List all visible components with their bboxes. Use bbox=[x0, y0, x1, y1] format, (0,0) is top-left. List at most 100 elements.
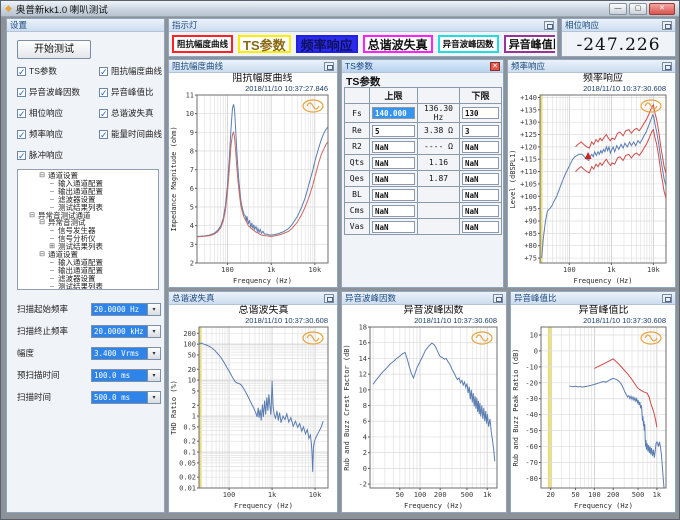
ts-lower-limit-input[interactable]: NaN bbox=[462, 221, 499, 233]
svg-text:-30: -30 bbox=[525, 395, 538, 403]
window-titlebar: ◆ 奥普新kk1.0 喇叭测试 — ▢ ✕ bbox=[1, 1, 679, 17]
thd-chart: 2001005020105210.50.20.10.050.020.011001… bbox=[169, 305, 336, 510]
field-value-input[interactable]: 20.0000 Hz bbox=[91, 303, 147, 316]
ts-upper-limit-input[interactable]: NaN bbox=[372, 157, 415, 169]
checkbox-item-5[interactable]: ✓总谐波失真 bbox=[99, 107, 162, 119]
svg-text:-40: -40 bbox=[525, 411, 538, 419]
ts-param-name: Fs bbox=[345, 104, 370, 123]
svg-text:0.02: 0.02 bbox=[179, 474, 196, 482]
checkbox-item-2[interactable]: ✓异音波峰因数 bbox=[17, 86, 97, 98]
svg-text:10: 10 bbox=[188, 377, 196, 385]
svg-text:Frequency (Hz): Frequency (Hz) bbox=[573, 277, 632, 285]
checkbox-label: 脉冲响应 bbox=[29, 149, 63, 161]
ts-upper-limit-input[interactable]: 5 bbox=[372, 125, 415, 137]
checkbox-label: 总谐波失真 bbox=[111, 107, 154, 119]
checkbox-item-7[interactable]: ✓能量时间曲线 bbox=[99, 128, 162, 140]
svg-text:总谐波失真: 总谐波失真 bbox=[239, 305, 289, 316]
phase-caption-label: 相位响应 bbox=[565, 19, 599, 31]
ts-param-name: Re bbox=[345, 123, 370, 139]
chevron-down-icon[interactable]: ▾ bbox=[147, 325, 161, 338]
svg-text:16: 16 bbox=[359, 339, 367, 347]
svg-text:Impedance Magnitude (ohm): Impedance Magnitude (ohm) bbox=[170, 126, 178, 231]
maximize-icon[interactable]: ▢ bbox=[629, 3, 647, 15]
restore-icon[interactable] bbox=[662, 62, 672, 71]
restore-icon[interactable] bbox=[493, 294, 503, 303]
ts-lower-limit-input[interactable]: NaN bbox=[462, 189, 499, 201]
tree-item-5[interactable]: ⊟异常音测试通道 bbox=[18, 212, 158, 220]
ts-row-Re: Re53.38 Ω3 bbox=[345, 123, 502, 139]
collapse-icon[interactable]: ⊟ bbox=[28, 212, 36, 220]
restore-icon[interactable] bbox=[662, 294, 672, 303]
checkbox-item-1[interactable]: ✓阻抗幅度曲线 bbox=[99, 65, 162, 77]
checkbox-item-6[interactable]: ✓频率响应 bbox=[17, 128, 97, 140]
chevron-down-icon[interactable]: ▾ bbox=[147, 391, 161, 404]
checkbox-item-0[interactable]: ✓TS参数 bbox=[17, 65, 97, 77]
ts-lower-limit-input[interactable]: NaN bbox=[462, 141, 499, 153]
tree-item-9[interactable]: ⊞测试结果列表 bbox=[18, 243, 158, 251]
collapse-icon[interactable]: ⊟ bbox=[38, 172, 46, 180]
ts-upper-limit-input[interactable]: NaN bbox=[372, 173, 415, 185]
settings-panel: 设置 开始测试 ✓TS参数✓阻抗幅度曲线✓异音波峰因数✓异音峰值比✓相位响应✓总… bbox=[6, 18, 165, 513]
impedance-chart-area: 2345678910111001k10k阻抗幅度曲线2018/11/10 10:… bbox=[169, 73, 337, 287]
ts-measured-value: 1.87 bbox=[418, 171, 460, 187]
collapse-icon[interactable]: ⊟ bbox=[38, 251, 46, 259]
close-icon[interactable]: ✕ bbox=[649, 3, 675, 15]
restore-icon[interactable] bbox=[324, 294, 334, 303]
restore-icon[interactable] bbox=[324, 62, 334, 71]
chevron-down-icon[interactable]: ▾ bbox=[147, 369, 161, 382]
ts-upper-limit-input[interactable]: 140.000 bbox=[372, 107, 415, 119]
minimize-icon[interactable]: — bbox=[609, 3, 627, 15]
field-row-4: 扫描时间500.0 ms▾ bbox=[17, 386, 162, 408]
field-value-input[interactable]: 20.0000 kHz bbox=[91, 325, 147, 338]
svg-text:Rub and Buzz Peak Ratio (dB): Rub and Buzz Peak Ratio (dB) bbox=[512, 348, 520, 466]
panel-close-icon[interactable]: ✕ bbox=[490, 62, 500, 71]
ts-lower-limit-input[interactable]: 130 bbox=[462, 107, 499, 119]
field-label: 扫描起始频率 bbox=[17, 303, 91, 315]
svg-text:+110: +110 bbox=[520, 168, 537, 176]
start-test-button[interactable]: 开始测试 bbox=[17, 40, 91, 59]
ts-upper-limit-input[interactable]: NaN bbox=[372, 205, 415, 217]
collapse-icon[interactable]: ⊟ bbox=[38, 219, 46, 227]
ts-upper-limit-input[interactable]: NaN bbox=[372, 221, 415, 233]
ts-lower-limit-input[interactable]: NaN bbox=[462, 157, 499, 169]
ts-lower-limit-input[interactable]: 3 bbox=[462, 125, 499, 137]
svg-text:2: 2 bbox=[192, 402, 196, 410]
field-label: 幅度 bbox=[17, 347, 91, 359]
ts-row-R2: R2NaN---- ΩNaN bbox=[345, 139, 502, 155]
ts-lower-limit-input[interactable]: NaN bbox=[462, 173, 499, 185]
checkbox-label: 相位响应 bbox=[29, 107, 63, 119]
field-value-input[interactable]: 100.0 ms bbox=[91, 369, 147, 382]
svg-text:100: 100 bbox=[563, 266, 576, 274]
ts-table: 上限下限Fs140.000136.30 Hz130Re53.38 Ω3R2NaN… bbox=[344, 87, 502, 235]
restore-icon[interactable] bbox=[662, 21, 672, 30]
field-value-input[interactable]: 500.0 ms bbox=[91, 391, 147, 404]
thd-panel-title: 总谐波失真 bbox=[172, 292, 215, 304]
chevron-down-icon[interactable]: ▾ bbox=[147, 303, 161, 316]
ts-lower-limit-input[interactable]: NaN bbox=[462, 205, 499, 217]
svg-text:8: 8 bbox=[363, 402, 367, 410]
svg-text:+125: +125 bbox=[520, 131, 537, 139]
svg-text:+105: +105 bbox=[520, 180, 537, 188]
svg-text:-50: -50 bbox=[525, 427, 538, 435]
svg-text:-70: -70 bbox=[525, 459, 538, 467]
checkbox-item-4[interactable]: ✓相位响应 bbox=[17, 107, 97, 119]
ts-header-cell: 下限 bbox=[460, 88, 502, 104]
field-label: 预扫描时间 bbox=[17, 369, 91, 381]
sweep-fields: 扫描起始频率20.0000 Hz▾扫描终止频率20.0000 kHz▾幅度3.4… bbox=[17, 298, 162, 408]
tree-item-14[interactable]: –测试结果列表 bbox=[18, 283, 158, 290]
svg-text:-20: -20 bbox=[525, 379, 538, 387]
ts-upper-limit-input[interactable]: NaN bbox=[372, 141, 415, 153]
checkbox-item-8[interactable]: ✓脉冲响应 bbox=[17, 149, 97, 161]
ts-param-name: Vas bbox=[345, 219, 370, 235]
chevron-down-icon[interactable]: ▾ bbox=[147, 347, 161, 360]
svg-text:500: 500 bbox=[461, 491, 474, 499]
ts-upper-limit-input[interactable]: NaN bbox=[372, 189, 415, 201]
field-value-input[interactable]: 3.400 Vrms bbox=[91, 347, 147, 360]
restore-icon[interactable] bbox=[544, 21, 554, 30]
ts-param-name: Cms bbox=[345, 203, 370, 219]
checkbox-item-3[interactable]: ✓异音峰值比 bbox=[99, 86, 162, 98]
ts-param-name: Qts bbox=[345, 155, 370, 171]
field-label: 扫描终止频率 bbox=[17, 325, 91, 337]
svg-text:2018/11/10 10:37:30.608: 2018/11/10 10:37:30.608 bbox=[245, 316, 328, 325]
svg-text:100: 100 bbox=[221, 266, 234, 274]
